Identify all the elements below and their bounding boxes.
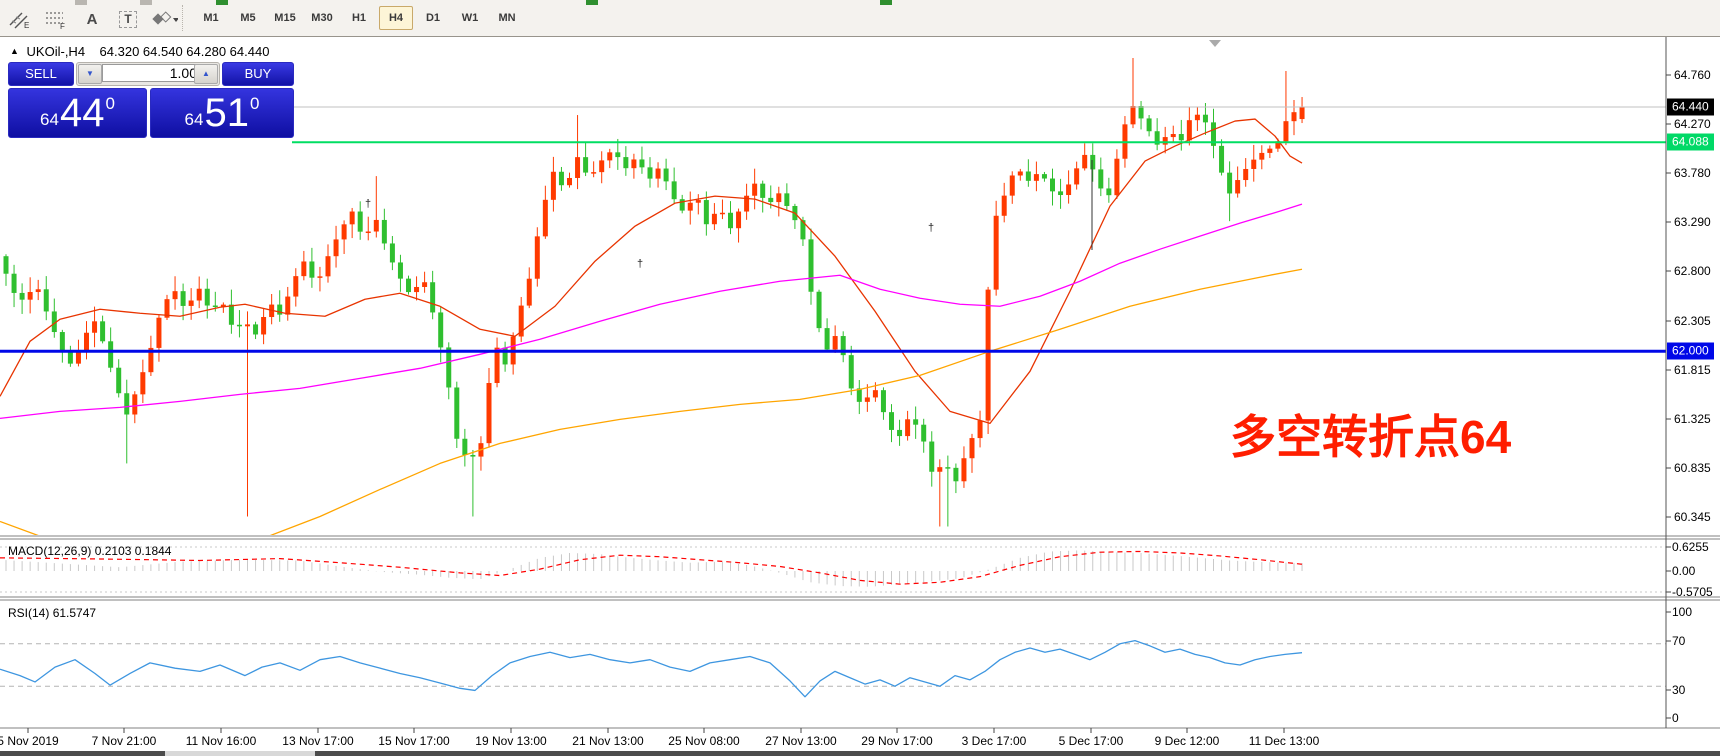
indicator-tick-label: 0.00 — [1672, 564, 1696, 578]
cropped-toolbar-icon — [586, 0, 598, 5]
sell-price-handle: 64 — [40, 110, 59, 129]
timeframe-button-d1[interactable]: D1 — [416, 6, 450, 30]
volume-stepper: ▼ ▲ — [76, 62, 220, 86]
shapes-tool-icon[interactable] — [150, 7, 178, 31]
time-tick-label: 13 Nov 17:00 — [282, 734, 354, 748]
indicator-tick-label: 100 — [1672, 605, 1693, 619]
sell-price-point: 0 — [105, 94, 115, 113]
price-tick-label: 62.800 — [1674, 264, 1711, 278]
chart-cross-marker-icon: † — [365, 198, 371, 210]
macd-indicator-label: MACD(12,26,9) 0.2103 0.1844 — [8, 544, 172, 558]
price-tick-label: 63.290 — [1674, 215, 1711, 229]
right-shift-marker-icon — [1209, 40, 1221, 47]
buy-button[interactable]: BUY — [222, 62, 294, 86]
price-tick-label: 61.325 — [1674, 412, 1711, 426]
symbol-period-label: UKOil-,H4 — [26, 44, 86, 59]
cropped-toolbar-icon — [216, 0, 228, 5]
collapse-trade-panel-icon[interactable]: ▲ — [10, 46, 19, 56]
timeframe-button-w1[interactable]: W1 — [453, 6, 487, 30]
sell-price-pips: 44 — [59, 91, 105, 135]
window-bottom-edge — [0, 751, 1720, 756]
time-tick-label: 11 Nov 16:00 — [185, 734, 257, 748]
price-tick-label: 60.345 — [1674, 510, 1711, 524]
buy-price-point: 0 — [249, 94, 260, 113]
chart-cross-marker-icon: † — [928, 222, 934, 234]
price-tick-label: 64.270 — [1674, 117, 1711, 131]
chart-annotation-text: 多空转折点64 — [1230, 411, 1512, 463]
cropped-toolbar-icon — [880, 0, 892, 5]
price-level-badge: 64.088 — [1667, 133, 1714, 151]
time-tick-label: 9 Dec 12:00 — [1154, 734, 1220, 748]
price-level-badge: 62.000 — [1667, 342, 1714, 360]
cropped-toolbar-icon — [75, 0, 87, 5]
buy-price-handle: 64 — [184, 110, 204, 129]
time-tick-label: 21 Nov 13:00 — [572, 734, 644, 748]
time-tick-label: 5 Dec 17:00 — [1058, 734, 1124, 748]
text-label-tool-icon[interactable]: T — [114, 7, 142, 31]
main-toolbar: E F AT M1 M5 M15 M30 H1 H4 D1 W1 MN — [0, 0, 1720, 37]
indicator-tick-label: 0.6255 — [1672, 540, 1709, 554]
volume-increase-button[interactable]: ▲ — [194, 64, 218, 84]
one-click-trade-panel: SELL ▼ ▲ BUY 64 44 0 64 51 0 — [8, 62, 294, 138]
svg-text:E: E — [24, 21, 29, 29]
price-tick-label: 62.305 — [1674, 314, 1711, 328]
volume-decrease-button[interactable]: ▼ — [78, 64, 102, 84]
sell-button[interactable]: SELL — [8, 62, 74, 86]
time-tick-label: 15 Nov 17:00 — [378, 734, 450, 748]
price-tick-label: 63.780 — [1674, 166, 1711, 180]
time-tick-label: 29 Nov 17:00 — [861, 734, 933, 748]
volume-input[interactable] — [102, 64, 202, 82]
window-bottom-edge-segment — [165, 751, 315, 756]
toolbar-separator — [182, 5, 183, 31]
time-tick-label: 27 Nov 13:00 — [765, 734, 837, 748]
timeframe-button-h1[interactable]: H1 — [342, 6, 376, 30]
price-tick-label: 60.835 — [1674, 461, 1711, 475]
timeframe-button-m15[interactable]: M15 — [268, 6, 302, 30]
sell-price-display[interactable]: 64 44 0 — [8, 88, 147, 138]
buy-price-display[interactable]: 64 51 0 — [150, 88, 294, 138]
price-tick-label: 64.760 — [1674, 68, 1711, 82]
timeframe-button-m5[interactable]: M5 — [231, 6, 265, 30]
indicator-tick-label: -0.5705 — [1672, 585, 1713, 599]
timeframe-button-m1[interactable]: M1 — [194, 6, 228, 30]
timeframe-button-m30[interactable]: M30 — [305, 6, 339, 30]
svg-text:F: F — [60, 22, 65, 29]
time-tick-label: 25 Nov 08:00 — [668, 734, 740, 748]
chart-cross-marker-icon: † — [637, 258, 643, 270]
equidistant-channel-icon[interactable]: E — [6, 7, 34, 31]
indicator-tick-label: 0 — [1672, 711, 1679, 725]
ohlc-readout: 64.320 64.540 64.280 64.440 — [99, 44, 270, 59]
chart-title: ▲ UKOil-,H4 64.320 64.540 64.280 64.440 — [10, 44, 269, 59]
rsi-indicator-label: RSI(14) 61.5747 — [8, 606, 97, 620]
time-tick-label: 7 Nov 21:00 — [91, 734, 157, 748]
time-tick-label: 11 Dec 13:00 — [1248, 734, 1320, 748]
cropped-toolbar-icon — [140, 0, 152, 5]
time-tick-label: 3 Dec 17:00 — [961, 734, 1027, 748]
buy-price-pips: 51 — [204, 91, 249, 135]
text-tool-icon[interactable]: A — [78, 7, 106, 31]
timeframe-button-h4[interactable]: H4 — [379, 6, 413, 30]
price-level-badge: 64.440 — [1667, 98, 1714, 116]
timeframe-button-mn[interactable]: MN — [490, 6, 524, 30]
timeframe-bar: M1 M5 M15 M30 H1 H4 D1 W1 MN — [194, 6, 524, 30]
indicator-tick-label: 30 — [1672, 683, 1686, 697]
price-tick-label: 61.815 — [1674, 363, 1711, 377]
fibonacci-lines-icon[interactable]: F — [42, 7, 70, 31]
indicator-tick-label: 70 — [1672, 634, 1686, 648]
time-tick-label: 5 Nov 2019 — [0, 734, 59, 748]
time-tick-label: 19 Nov 13:00 — [475, 734, 547, 748]
